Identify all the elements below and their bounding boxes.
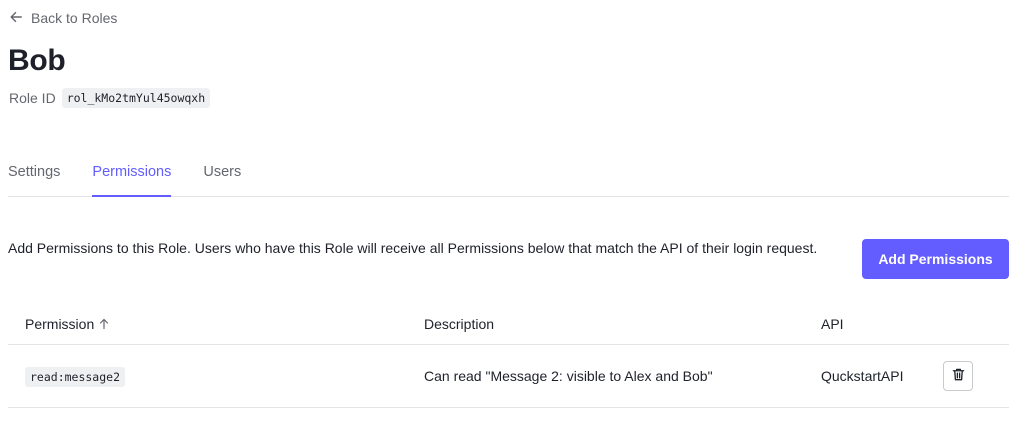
tab-bar: Settings Permissions Users	[8, 152, 1009, 197]
delete-permission-button[interactable]	[943, 361, 973, 391]
tab-settings[interactable]: Settings	[8, 152, 60, 197]
column-header-permission[interactable]: Permission	[8, 316, 408, 333]
role-id: Role ID rol_kMo2tmYul45owqxh	[9, 88, 211, 108]
permissions-table: Permission Description API read:message2…	[8, 304, 1009, 408]
role-id-value: rol_kMo2tmYul45owqxh	[61, 88, 211, 108]
arrow-left-icon	[9, 10, 23, 27]
table-row: read:message2 Can read "Message 2: visib…	[8, 345, 1009, 408]
api-cell: QuckstartAPI	[821, 368, 904, 384]
role-id-label: Role ID	[9, 90, 56, 106]
actions-cell	[943, 361, 1009, 391]
column-header-api: API	[821, 316, 844, 332]
add-permissions-button[interactable]: Add Permissions	[862, 239, 1009, 279]
arrow-up-icon	[98, 317, 110, 333]
table-header-row: Permission Description API	[8, 304, 1009, 345]
back-to-roles-link[interactable]: Back to Roles	[9, 8, 117, 28]
permissions-description: Add Permissions to this Role. Users who …	[8, 240, 818, 256]
tab-permissions[interactable]: Permissions	[92, 152, 172, 197]
page-title: Bob	[8, 44, 66, 77]
permission-cell: read:message2	[8, 367, 408, 387]
description-cell: Can read "Message 2: visible to Alex and…	[424, 368, 713, 384]
trash-icon	[951, 367, 966, 385]
tab-users[interactable]: Users	[203, 152, 241, 197]
column-header-permission-label: Permission	[25, 315, 95, 332]
permission-name: read:message2	[25, 367, 126, 387]
column-header-description: Description	[424, 316, 495, 332]
back-link-label: Back to Roles	[31, 10, 118, 26]
